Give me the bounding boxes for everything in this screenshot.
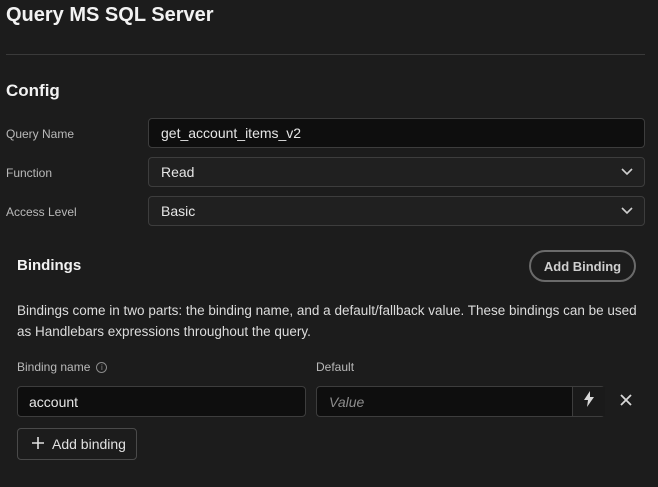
function-label: Function (6, 166, 53, 180)
header-divider (6, 54, 645, 55)
access-level-value: Basic (161, 203, 196, 219)
access-level-label: Access Level (6, 205, 77, 219)
plus-icon (32, 436, 44, 452)
lightning-icon (583, 391, 595, 412)
remove-binding-button[interactable] (616, 392, 636, 412)
query-name-value: get_account_items_v2 (161, 125, 302, 141)
close-icon (620, 393, 632, 411)
config-section-title: Config (6, 81, 60, 100)
access-level-select[interactable]: Basic (148, 196, 645, 226)
binding-name-label-text: Binding name (17, 360, 91, 374)
function-value: Read (161, 164, 195, 180)
query-name-label: Query Name (6, 127, 75, 141)
binding-name-value: account (29, 393, 79, 410)
add-binding-button[interactable]: Add Binding (529, 250, 636, 282)
default-label-text: Default (316, 360, 355, 374)
add-binding-row-label: Add binding (52, 436, 126, 452)
info-icon[interactable]: i (96, 361, 108, 373)
chevron-down-icon (620, 165, 634, 179)
chevron-down-icon (620, 204, 634, 218)
function-select[interactable]: Read (148, 157, 645, 187)
add-binding-row-button[interactable]: Add binding (17, 428, 137, 460)
page-title: Query MS SQL Server (6, 4, 214, 26)
lightning-button[interactable] (572, 387, 605, 416)
query-name-input[interactable]: get_account_items_v2 (148, 118, 645, 148)
default-column-label: Default (316, 360, 354, 374)
binding-default-placeholder: Value (329, 393, 365, 410)
bindings-title: Bindings (17, 257, 82, 274)
binding-name-input[interactable]: account (17, 386, 306, 417)
binding-name-column-label: Binding name i (17, 360, 108, 374)
binding-default-input[interactable]: Value (316, 386, 605, 417)
bindings-description: Bindings come in two parts: the binding … (17, 303, 637, 339)
